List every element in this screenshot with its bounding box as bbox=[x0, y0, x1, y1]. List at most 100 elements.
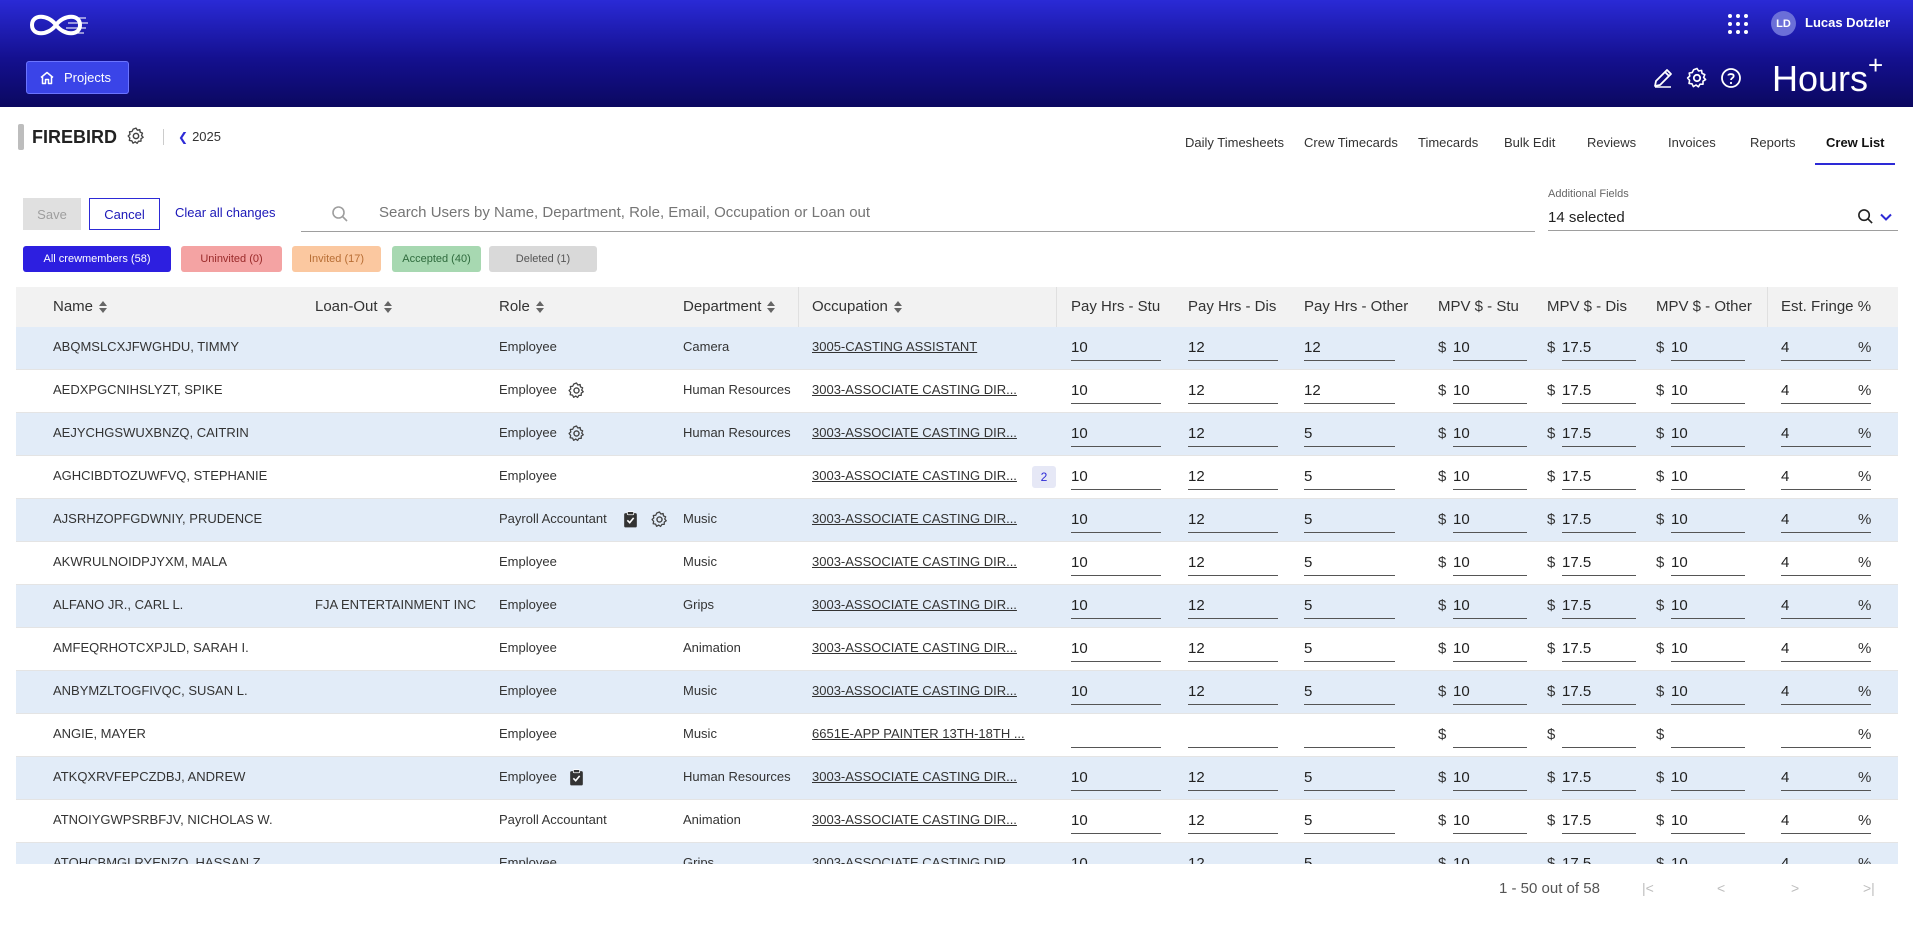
search-icon[interactable] bbox=[1857, 208, 1874, 225]
column-header-pay-stu[interactable]: Pay Hrs - Stu bbox=[1071, 298, 1160, 315]
filter-chip[interactable]: Invited (17) bbox=[292, 246, 381, 272]
pay-hrs-dis-input[interactable]: 12 bbox=[1188, 421, 1278, 447]
table-row[interactable]: AMFEQRHOTCXPJLD, SARAH I. Employee Animati… bbox=[16, 628, 1898, 671]
table-row[interactable]: ALFANO JR., CARL L. FJA ENTERTAINMENT INC… bbox=[16, 585, 1898, 628]
mpv-dis-input[interactable]: 17.5 bbox=[1562, 636, 1636, 662]
cell-occupation-link[interactable]: 6651E-APP PAINTER 13TH-18TH ... bbox=[812, 726, 1025, 741]
pay-hrs-stu-input[interactable]: 10 bbox=[1071, 679, 1161, 705]
cell-occupation-link[interactable]: 3003-ASSOCIATE CASTING DIR... bbox=[812, 468, 1017, 483]
pay-hrs-other-input[interactable]: 5 bbox=[1304, 851, 1395, 864]
gear-icon[interactable] bbox=[567, 381, 586, 400]
filter-chip[interactable]: Accepted (40) bbox=[392, 246, 481, 272]
column-header-loanout[interactable]: Loan-Out bbox=[315, 298, 392, 315]
save-button[interactable]: Save bbox=[23, 198, 81, 230]
mpv-stu-input[interactable]: 10 bbox=[1453, 378, 1527, 404]
gear-icon[interactable] bbox=[650, 510, 669, 529]
cell-occupation-link[interactable]: 3005-CASTING ASSISTANT bbox=[812, 339, 977, 354]
mpv-stu-input[interactable]: 10 bbox=[1453, 335, 1527, 361]
occupation-count-badge[interactable]: 2 bbox=[1032, 466, 1056, 488]
mpv-other-input[interactable]: 10 bbox=[1671, 593, 1745, 619]
sort-icon[interactable] bbox=[767, 300, 776, 314]
table-row[interactable]: AEJYCHGSWUXBNZQ, CAITRIN Employee Human Re… bbox=[16, 413, 1898, 456]
projects-button[interactable]: Projects bbox=[26, 61, 129, 94]
filter-chip[interactable]: All crewmembers (58) bbox=[23, 246, 171, 272]
column-header-name[interactable]: Name bbox=[53, 298, 108, 315]
column-header-pay-other[interactable]: Pay Hrs - Other bbox=[1304, 298, 1408, 315]
search-field[interactable] bbox=[301, 196, 1535, 232]
pay-hrs-stu-input[interactable]: 10 bbox=[1071, 593, 1161, 619]
column-header-occupation[interactable]: Occupation bbox=[812, 298, 902, 315]
mpv-stu-input[interactable]: 10 bbox=[1453, 808, 1527, 834]
pay-hrs-stu-input[interactable]: 10 bbox=[1071, 808, 1161, 834]
table-row[interactable]: AJSRHZOPFGDWNIY, PRUDENCE Payroll Account… bbox=[16, 499, 1898, 542]
cancel-button[interactable]: Cancel bbox=[89, 198, 160, 230]
table-row[interactable]: ANGIE, MAYER Employee Music 6651E-APP PAINT… bbox=[16, 714, 1898, 757]
cell-occupation-link[interactable]: 3003-ASSOCIATE CASTING DIR... bbox=[812, 769, 1017, 784]
cell-occupation-link[interactable]: 3003-ASSOCIATE CASTING DIR... bbox=[812, 382, 1017, 397]
column-header-department[interactable]: Department bbox=[683, 298, 776, 315]
pay-hrs-dis-input[interactable]: 12 bbox=[1188, 765, 1278, 791]
pay-hrs-other-input[interactable]: 5 bbox=[1304, 464, 1395, 490]
additional-fields-select[interactable]: 14 selected bbox=[1548, 203, 1898, 231]
pay-hrs-other-input[interactable]: 5 bbox=[1304, 765, 1395, 791]
cell-occupation-link[interactable]: 3003-ASSOCIATE CASTING DIR... bbox=[812, 554, 1017, 569]
mpv-other-input[interactable]: 10 bbox=[1671, 378, 1745, 404]
mpv-other-input[interactable]: 10 bbox=[1671, 507, 1745, 533]
avatar[interactable]: LD bbox=[1771, 11, 1796, 36]
table-row[interactable]: ATKQXRVFEPCZDBJ, ANDREW Employee Human Res… bbox=[16, 757, 1898, 800]
pay-hrs-dis-input[interactable]: 12 bbox=[1188, 636, 1278, 662]
tab-crew-list[interactable]: Crew List bbox=[1826, 135, 1885, 150]
pay-hrs-stu-input[interactable]: 10 bbox=[1071, 421, 1161, 447]
table-row[interactable]: ABQMSLCXJFWGHDU, TIMMY Employee Camera 3005… bbox=[16, 327, 1898, 370]
tab-invoices[interactable]: Invoices bbox=[1668, 135, 1716, 150]
sort-icon[interactable] bbox=[383, 300, 392, 314]
mpv-other-input[interactable]: 10 bbox=[1671, 765, 1745, 791]
mpv-dis-input[interactable]: 17.5 bbox=[1562, 550, 1636, 576]
mpv-dis-input[interactable]: 17.5 bbox=[1562, 378, 1636, 404]
filter-chip[interactable]: Deleted (1) bbox=[489, 246, 597, 272]
pay-hrs-dis-input[interactable]: 12 bbox=[1188, 335, 1278, 361]
tab-reviews[interactable]: Reviews bbox=[1587, 135, 1636, 150]
prev-page-button[interactable]: < bbox=[1717, 880, 1725, 896]
mpv-dis-input[interactable]: 17.5 bbox=[1562, 679, 1636, 705]
mpv-stu-input[interactable]: 10 bbox=[1453, 851, 1527, 864]
pay-hrs-stu-input[interactable]: 10 bbox=[1071, 507, 1161, 533]
next-page-button[interactable]: > bbox=[1791, 880, 1799, 896]
last-page-button[interactable]: >| bbox=[1863, 880, 1875, 896]
mpv-other-input[interactable]: 10 bbox=[1671, 335, 1745, 361]
mpv-dis-input[interactable]: 17.5 bbox=[1562, 507, 1636, 533]
mpv-other-input[interactable]: 10 bbox=[1671, 421, 1745, 447]
mpv-stu-input[interactable]: 10 bbox=[1453, 765, 1527, 791]
table-row[interactable]: AGHCIBDTOZUWFVQ, STEPHANIE Employee 3003-A… bbox=[16, 456, 1898, 499]
pay-hrs-dis-input[interactable]: 12 bbox=[1188, 378, 1278, 404]
pay-hrs-dis-input[interactable]: 12 bbox=[1188, 593, 1278, 619]
mpv-other-input[interactable]: 10 bbox=[1671, 808, 1745, 834]
pay-hrs-stu-input[interactable]: 10 bbox=[1071, 378, 1161, 404]
tab-reports[interactable]: Reports bbox=[1750, 135, 1796, 150]
cell-occupation-link[interactable]: 3003-ASSOCIATE CASTING DIR... bbox=[812, 640, 1017, 655]
chevron-down-icon[interactable] bbox=[1879, 210, 1893, 224]
pay-hrs-other-input[interactable] bbox=[1304, 722, 1395, 748]
mpv-stu-input[interactable]: 10 bbox=[1453, 636, 1527, 662]
apps-grid-icon[interactable] bbox=[1728, 14, 1748, 34]
cell-occupation-link[interactable]: 3003-ASSOCIATE CASTING DIR... bbox=[812, 597, 1017, 612]
pay-hrs-dis-input[interactable]: 12 bbox=[1188, 851, 1278, 864]
pay-hrs-stu-input[interactable]: 10 bbox=[1071, 550, 1161, 576]
column-header-mpv-dis[interactable]: MPV $ - Dis bbox=[1547, 298, 1627, 315]
cell-occupation-link[interactable]: 3003-ASSOCIATE CASTING DIR... bbox=[812, 855, 1017, 864]
mpv-stu-input[interactable]: 10 bbox=[1453, 421, 1527, 447]
pay-hrs-dis-input[interactable]: 12 bbox=[1188, 679, 1278, 705]
pencil-icon[interactable] bbox=[1651, 66, 1675, 90]
pay-hrs-other-input[interactable]: 5 bbox=[1304, 808, 1395, 834]
column-header-est-fringe[interactable]: Est. Fringe % bbox=[1781, 298, 1871, 315]
mpv-stu-input[interactable] bbox=[1453, 722, 1527, 748]
table-row[interactable]: ATNOIYGWPSRBFJV, NICHOLAS W. Payroll Acco… bbox=[16, 800, 1898, 843]
table-row[interactable]: AEDXPGCNIHSLYZT, SPIKE Employee Human Reso… bbox=[16, 370, 1898, 413]
mpv-stu-input[interactable]: 10 bbox=[1453, 507, 1527, 533]
pay-hrs-other-input[interactable]: 5 bbox=[1304, 636, 1395, 662]
column-header-mpv-other[interactable]: MPV $ - Other bbox=[1656, 298, 1752, 315]
tab-timecards[interactable]: Timecards bbox=[1418, 135, 1478, 150]
table-row[interactable]: ATQHCBMGLRYENZO, HASSAN Z. Employee Grips 3… bbox=[16, 843, 1898, 864]
mpv-dis-input[interactable]: 17.5 bbox=[1562, 421, 1636, 447]
pay-hrs-dis-input[interactable]: 12 bbox=[1188, 550, 1278, 576]
